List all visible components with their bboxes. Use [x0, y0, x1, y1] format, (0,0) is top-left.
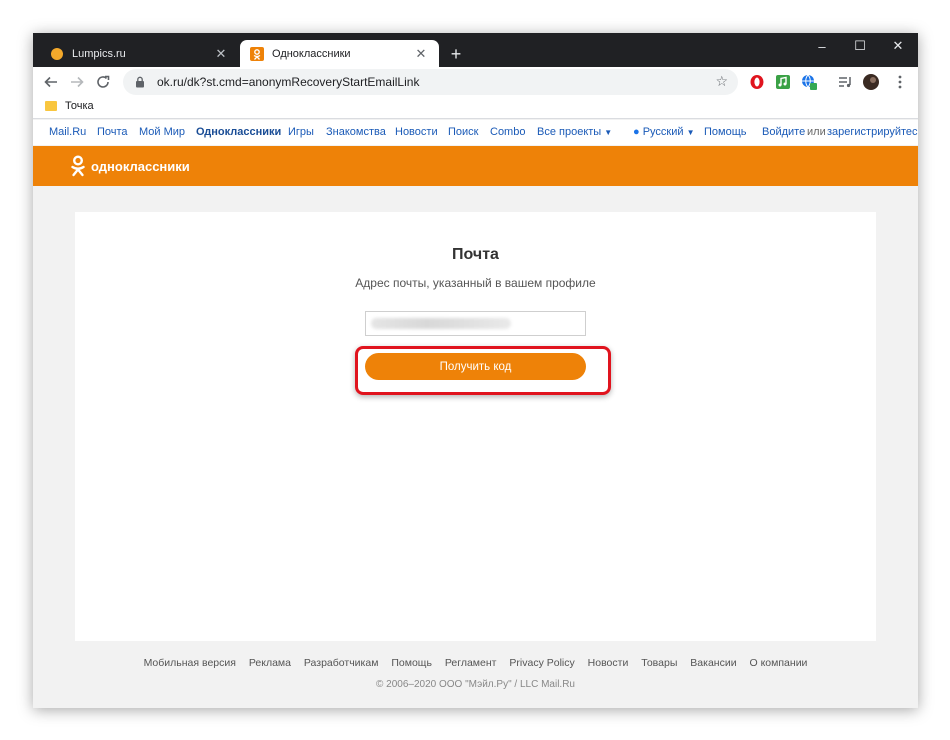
star-icon[interactable]: ☆ — [715, 73, 728, 90]
footer-link-news[interactable]: Новости — [588, 657, 629, 669]
browser-window: Lumpics.ru ✕ Одноклассники ✕ + – ☐ ✕ ok.… — [33, 33, 918, 708]
portal-link-mailru[interactable]: Mail.Ru — [49, 126, 86, 138]
footer-link-goods[interactable]: Товары — [641, 657, 677, 669]
music-extension-icon[interactable] — [775, 74, 791, 90]
address-bar[interactable]: ☆ — [123, 69, 738, 95]
language-selector[interactable]: ● Русский ▼ — [633, 126, 695, 138]
globe-extension-icon[interactable] — [801, 74, 817, 90]
mailru-portal-bar: Mail.Ru Почта Мой Мир Одноклассники Игры… — [33, 120, 918, 145]
footer-link-help[interactable]: Помощь — [391, 657, 432, 669]
login-link[interactable]: Войдите — [762, 126, 805, 138]
arrow-right-icon — [71, 76, 84, 88]
portal-link-znakomstva[interactable]: Знакомства — [326, 126, 386, 138]
all-projects-label: Все проекты — [537, 126, 602, 138]
reload-icon — [97, 75, 110, 88]
card-title: Почта — [452, 246, 499, 263]
tab-title: Одноклассники — [272, 47, 351, 60]
tab-odnoklassniki[interactable]: Одноклассники ✕ — [240, 40, 439, 67]
media-control-icon[interactable] — [837, 74, 853, 90]
email-recovery-card: Почта Адрес почты, указанный в вашем про… — [75, 212, 876, 641]
bookmark-label: Точка — [65, 100, 94, 112]
portal-link-all-projects[interactable]: Все проекты ▼ — [537, 126, 612, 138]
more-vertical-icon — [898, 75, 902, 89]
ok-header: одноклассники — [33, 146, 918, 186]
footer-link-about[interactable]: О компании — [750, 657, 808, 669]
ok-logo-icon — [71, 155, 85, 177]
browser-toolbar: ☆ — [33, 67, 918, 97]
card-subtitle: Адрес почты, указанный в вашем профиле — [355, 276, 596, 290]
copyright-text: © 2006–2020 ООО "Мэйл.Ру" / LLC Mail.Ru — [376, 679, 575, 690]
brand-name: одноклассники — [91, 158, 190, 174]
chevron-down-icon: ▼ — [686, 128, 695, 137]
minimize-button[interactable]: – — [803, 33, 841, 59]
lock-icon — [136, 76, 144, 88]
new-tab-button[interactable]: + — [445, 43, 467, 65]
menu-button[interactable] — [888, 70, 912, 94]
bookmark-tochka[interactable]: Точка — [45, 100, 94, 112]
portal-link-novosti[interactable]: Новости — [395, 126, 438, 138]
back-button[interactable] — [39, 70, 63, 94]
bookmarks-bar: Точка — [33, 97, 918, 119]
close-window-button[interactable]: ✕ — [879, 33, 917, 59]
register-link[interactable]: зарегистрируйтесь — [827, 126, 918, 138]
chevron-down-icon: ▼ — [604, 128, 613, 137]
footer-link-developers[interactable]: Разработчикам — [304, 657, 379, 669]
footer-link-rules[interactable]: Регламент — [445, 657, 497, 669]
url-input[interactable] — [157, 75, 697, 89]
page-footer: Мобильная версия Реклама Разработчикам П… — [33, 657, 918, 669]
blurred-email-value — [371, 318, 511, 329]
portal-link-igry[interactable]: Игры — [288, 126, 314, 138]
globe-icon: ● — [633, 126, 640, 138]
arrow-left-icon — [44, 76, 57, 88]
portal-link-moy-mir[interactable]: Мой Мир — [139, 126, 185, 138]
or-text: или — [807, 126, 826, 138]
ok-logo[interactable]: одноклассники — [71, 155, 190, 177]
reload-button[interactable] — [91, 70, 115, 94]
tab-close-icon[interactable]: ✕ — [213, 46, 229, 62]
portal-link-help[interactable]: Помощь — [704, 126, 747, 138]
forward-button[interactable] — [65, 70, 89, 94]
portal-link-poisk[interactable]: Поиск — [448, 126, 478, 138]
footer-link-privacy[interactable]: Privacy Policy — [509, 657, 574, 669]
footer-link-jobs[interactable]: Вакансии — [690, 657, 736, 669]
tab-lumpics[interactable]: Lumpics.ru ✕ — [40, 40, 239, 67]
footer-link-ads[interactable]: Реклама — [249, 657, 291, 669]
bookmark-folder-icon — [45, 101, 57, 111]
portal-link-combo[interactable]: Combo — [490, 126, 525, 138]
ok-favicon-icon — [250, 46, 264, 61]
avatar[interactable] — [863, 74, 879, 90]
tab-strip: Lumpics.ru ✕ Одноклассники ✕ + – ☐ ✕ — [33, 33, 918, 67]
highlight-annotation — [355, 346, 611, 395]
portal-link-odnoklassniki[interactable]: Одноклассники — [196, 126, 281, 138]
language-label: Русский — [642, 126, 684, 138]
tab-close-icon[interactable]: ✕ — [413, 46, 429, 62]
maximize-button[interactable]: ☐ — [841, 33, 879, 59]
footer-link-mobile[interactable]: Мобильная версия — [144, 657, 236, 669]
portal-link-pochta[interactable]: Почта — [97, 126, 128, 138]
tab-title: Lumpics.ru — [72, 47, 126, 60]
lumpics-favicon-icon — [51, 47, 63, 60]
opera-extension-icon[interactable] — [749, 74, 765, 90]
